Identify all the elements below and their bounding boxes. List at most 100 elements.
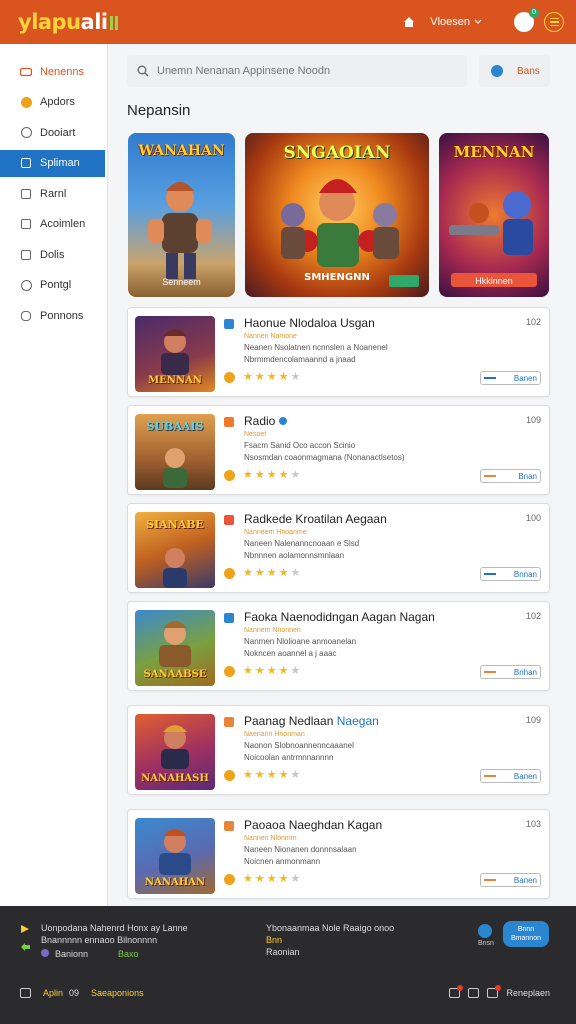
install-button[interactable]: Bnan — [480, 469, 541, 483]
star-icon: ★ — [266, 769, 277, 781]
game-subtitle: Nannem Nnonnen — [244, 627, 301, 634]
sidebar-item-label: Acoimlen — [40, 218, 86, 230]
mail-icon[interactable] — [449, 985, 464, 998]
install-label: Banen — [513, 771, 537, 781]
search-bar[interactable] — [127, 55, 467, 87]
thumbnail-label: NANAHAN — [144, 877, 206, 888]
featured-banner[interactable]: MENNAN Hkkinnen — [439, 133, 549, 297]
game-count: 102 — [525, 317, 541, 327]
sidebar-item-spliman[interactable]: Spliman — [0, 149, 105, 177]
game-desc-line: Nanmen Nlolioane anmoanelan — [244, 637, 357, 646]
game-desc-line: Neanen Nsolatnen ncnnslen a Noanenel — [244, 343, 388, 352]
rating-stars: ★ ★ ★ ★ ★ — [224, 470, 300, 481]
featured-banner[interactable]: SNGAOIAN SMHENGNN — [245, 133, 429, 297]
footer-link[interactable]: Aplin — [43, 988, 63, 998]
footer-link[interactable]: Baxo — [118, 949, 139, 959]
game-description: Nanmen Nlolioane anmoanelan Nokncen aoann… — [244, 636, 356, 660]
game-desc-line: Fsacm Sanid Oco accon Scinio — [244, 441, 356, 450]
footer-link[interactable]: Bnn — [266, 934, 394, 946]
game-title-highlight: Naegan — [336, 714, 379, 728]
chevron-down-icon — [474, 19, 482, 24]
document-icon — [20, 188, 32, 200]
game-count: 109 — [525, 715, 541, 725]
star-icon: ★ — [290, 469, 301, 481]
game-list-item[interactable]: SIANABE Radkede Kroatilan Aegaan 100 Nan… — [127, 503, 550, 593]
install-label: Banen — [513, 373, 537, 383]
section-title: Nepansin — [127, 102, 191, 119]
game-list-item[interactable]: SUBAAIS Radio 109 Nesoet Fsacm Sanid Oco… — [127, 405, 550, 495]
user-menu[interactable]: Vloesen — [430, 16, 482, 28]
game-desc-line: Naonon Slobnoannenncaaanel — [244, 741, 354, 750]
footer-line: Uonpodana Nahenrd Honx ay Lanne — [41, 923, 188, 933]
sidebar-item-ponnons[interactable]: Ponnons — [0, 302, 107, 329]
search-icon — [137, 65, 149, 77]
coin-icon — [224, 568, 235, 579]
settings-icon[interactable] — [20, 988, 31, 998]
star-icon: ★ — [254, 665, 265, 677]
sidebar-item-label: Nenenns — [40, 65, 85, 78]
camera-icon[interactable] — [468, 988, 480, 998]
game-thumbnail: NANAHASH — [135, 714, 215, 790]
sidebar-item-dooiart[interactable]: Dooiart — [0, 119, 107, 146]
footer-link[interactable]: Reneplaen — [506, 988, 550, 998]
thumbnail-label: NANAHASH — [141, 773, 209, 784]
install-button[interactable]: Banen — [480, 873, 541, 887]
coin-icon — [224, 874, 235, 885]
game-subtitle: Nannen Nlonmm — [244, 835, 297, 842]
verified-icon — [278, 417, 287, 425]
game-title: Haonue Nlodaloa Usgan — [244, 316, 375, 330]
featured-banner[interactable]: WANAHAN Senneem — [128, 133, 235, 297]
star-icon: ★ — [290, 371, 301, 383]
sidebar-item-dolis[interactable]: Dolis — [0, 241, 107, 268]
avatar[interactable]: 0 — [514, 8, 539, 32]
home-icon[interactable] — [402, 15, 416, 29]
search-input[interactable] — [157, 65, 457, 77]
star-icon: ★ — [243, 873, 253, 885]
install-button[interactable]: Banen — [480, 371, 541, 385]
game-desc-line: Nokncen aoannel a j aaac — [244, 649, 337, 658]
play-store-icon — [21, 925, 29, 933]
game-thumbnail: SANAABSE — [135, 610, 215, 686]
download-icon — [484, 377, 496, 379]
game-thumbnail: MENNAN — [135, 316, 215, 392]
banner-play-button[interactable] — [389, 275, 419, 287]
game-list-item[interactable]: MENNAN Haonue Nlodaloa Usgan 102 Nannen … — [127, 307, 550, 397]
star-icon: ★ — [243, 567, 253, 579]
install-button[interactable]: Bnhan — [480, 665, 541, 679]
star-icon: ★ — [278, 371, 289, 383]
sidebar-item-pontgl[interactable]: Pontgl — [0, 272, 107, 299]
footer-cta-button[interactable]: Bnnn Bmannon — [503, 921, 549, 947]
download-icon — [484, 879, 496, 881]
sidebar-item-apdors[interactable]: Apdors — [0, 89, 107, 116]
star-icon: ★ — [290, 769, 301, 781]
search-side-button[interactable]: Bans — [479, 55, 550, 87]
star-icon: ★ — [278, 873, 289, 885]
game-count: 102 — [525, 611, 541, 621]
coin-icon — [224, 372, 235, 383]
game-count: 100 — [525, 513, 541, 523]
monitor-icon — [20, 218, 32, 230]
banner-subtitle: Senneem — [162, 277, 201, 287]
sidebar-item-rarnl[interactable]: Rarnl — [0, 180, 107, 207]
install-button[interactable]: Banen — [480, 769, 541, 783]
game-list-item[interactable]: SANAABSE Faoka Naenodidngan Aagan Nagan … — [127, 601, 550, 691]
logo-mark-icon — [109, 16, 118, 30]
footer: Uonpodana Nahenrd Honx ay Lanne Bnannnnn… — [0, 906, 576, 1024]
install-button[interactable]: Bnnan — [480, 567, 541, 581]
game-list-item[interactable]: NANAHASH Paanag Nedlaan Naegan 109 Naena… — [127, 705, 550, 795]
download-icon — [484, 475, 496, 477]
rating-stars: ★ ★ ★ ★ ★ — [224, 372, 300, 383]
coin-icon — [20, 96, 32, 108]
globe-icon[interactable] — [478, 924, 492, 938]
download-icon — [484, 573, 496, 575]
footer-line: Bnannnnn ennaoo Bilnonnnn — [41, 935, 158, 945]
star-icon: ★ — [254, 567, 265, 579]
sidebar-item-acoimlen[interactable]: Acoimlen — [0, 211, 107, 238]
app-logo[interactable]: ylapuali — [18, 10, 118, 34]
sidebar-item-home[interactable]: Nenenns — [0, 58, 107, 85]
game-list-item[interactable]: NANAHAN Paoaoa Naeghdan Kagan 103 Nannen… — [127, 809, 550, 899]
install-label: Bnhan — [513, 667, 537, 677]
menu-icon[interactable] — [544, 12, 564, 32]
share-icon[interactable] — [487, 985, 502, 998]
footer-link[interactable]: Saeaponions — [91, 988, 144, 998]
